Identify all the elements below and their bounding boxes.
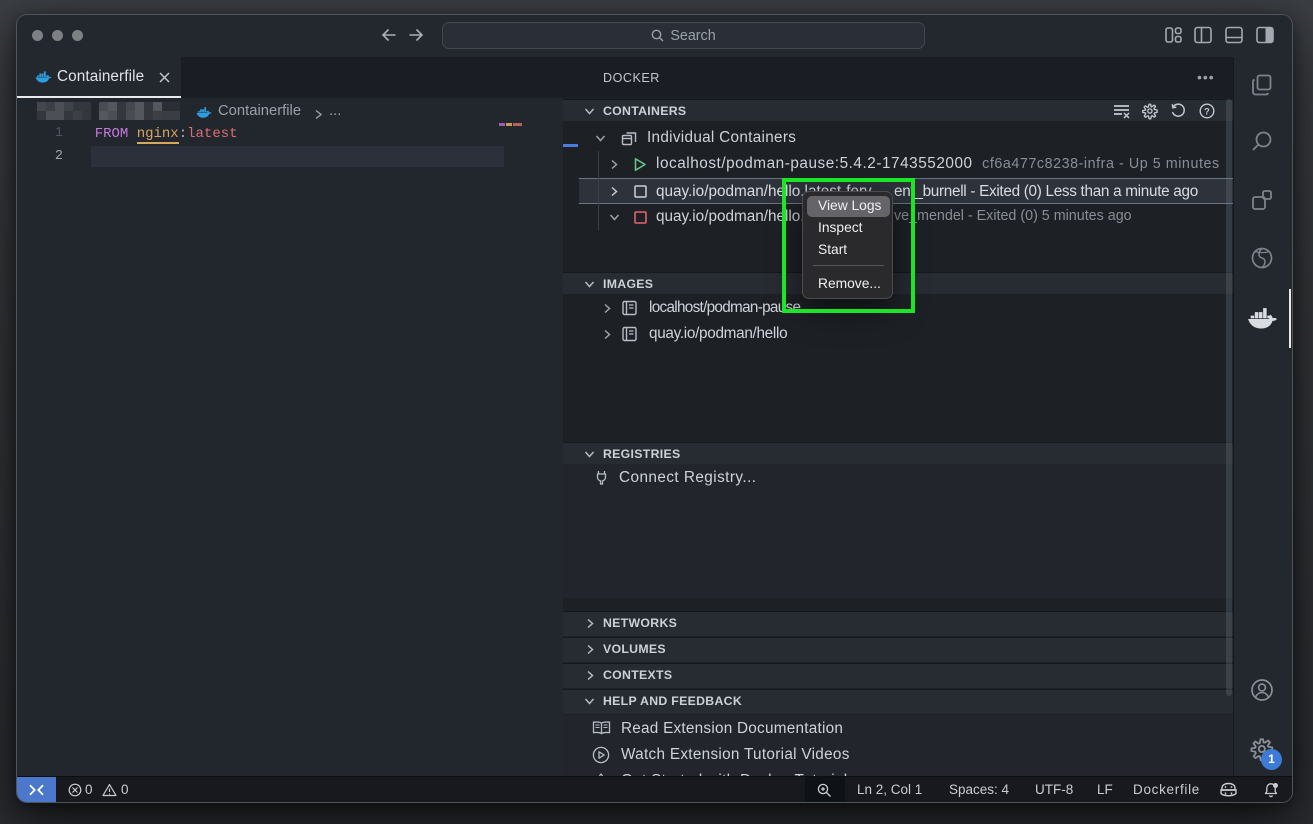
- svg-text:?: ?: [1204, 106, 1210, 117]
